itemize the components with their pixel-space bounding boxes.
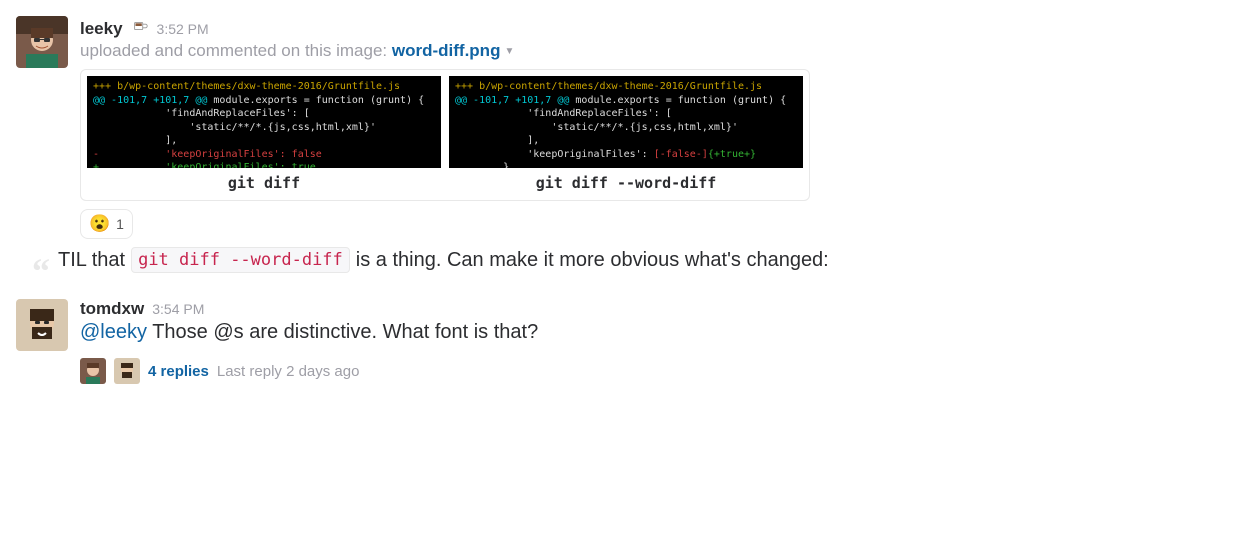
diff-panel-right: +++ b/wp-content/themes/dxw-theme-2016/G… xyxy=(449,76,803,194)
upload-caption: uploaded and commented on this image: wo… xyxy=(80,41,1235,61)
timestamp: 3:52 PM xyxy=(157,21,209,37)
upload-prefix: uploaded and commented on this image: xyxy=(80,41,392,60)
image-attachment[interactable]: +++ b/wp-content/themes/dxw-theme-2016/G… xyxy=(80,69,810,201)
username[interactable]: tomdxw xyxy=(80,299,144,319)
message-header: leeky 3:52 PM xyxy=(80,16,1235,39)
diff-label-left: git diff xyxy=(87,168,441,194)
message-body: @leeky Those @s are distinctive. What fo… xyxy=(80,321,1235,344)
replies-link[interactable]: 4 replies xyxy=(148,363,209,380)
avatar-leeky[interactable] xyxy=(16,16,68,68)
reactions: 😮 1 xyxy=(80,209,1235,239)
comment-pre: TIL that xyxy=(58,249,125,272)
thread-summary[interactable]: 4 replies Last reply 2 days ago xyxy=(80,356,1235,386)
diff-label-right: git diff --word-diff xyxy=(449,168,803,194)
message-tomdxw: tomdxw 3:54 PM @leeky Those @s are disti… xyxy=(16,295,1235,390)
coffee-icon xyxy=(131,17,149,39)
image-comment: “ TIL that git diff --word-diff is a thi… xyxy=(32,247,1235,273)
thread-avatar-1 xyxy=(80,358,106,384)
mention[interactable]: @leeky xyxy=(80,321,147,343)
chevron-down-icon[interactable]: ▼ xyxy=(504,46,514,57)
diff-compare: +++ b/wp-content/themes/dxw-theme-2016/G… xyxy=(87,76,803,194)
inline-code: git diff --word-diff xyxy=(131,247,350,273)
reaction-count: 1 xyxy=(116,216,124,232)
open-mouth-emoji: 😮 xyxy=(89,214,110,234)
file-link[interactable]: word-diff.png xyxy=(392,41,501,60)
reaction-pill[interactable]: 😮 1 xyxy=(80,209,133,239)
diff-panel-left: +++ b/wp-content/themes/dxw-theme-2016/G… xyxy=(87,76,441,194)
terminal-left: +++ b/wp-content/themes/dxw-theme-2016/G… xyxy=(87,76,441,168)
timestamp: 3:54 PM xyxy=(152,301,204,317)
comment-post: is a thing. Can make it more obvious wha… xyxy=(356,249,829,272)
last-reply: Last reply 2 days ago xyxy=(217,363,360,380)
message-header: tomdxw 3:54 PM xyxy=(80,299,1235,319)
thread-avatar-2 xyxy=(114,358,140,384)
reply-text: Those @s are distinctive. What font is t… xyxy=(147,321,538,343)
terminal-right: +++ b/wp-content/themes/dxw-theme-2016/G… xyxy=(449,76,803,168)
message-content: tomdxw 3:54 PM @leeky Those @s are disti… xyxy=(80,299,1235,386)
message-content: leeky 3:52 PM uploaded and commented on … xyxy=(80,16,1235,273)
quote-icon: “ xyxy=(32,261,50,283)
username[interactable]: leeky xyxy=(80,19,123,39)
message-leeky: leeky 3:52 PM uploaded and commented on … xyxy=(16,12,1235,277)
avatar-tomdxw[interactable] xyxy=(16,299,68,351)
